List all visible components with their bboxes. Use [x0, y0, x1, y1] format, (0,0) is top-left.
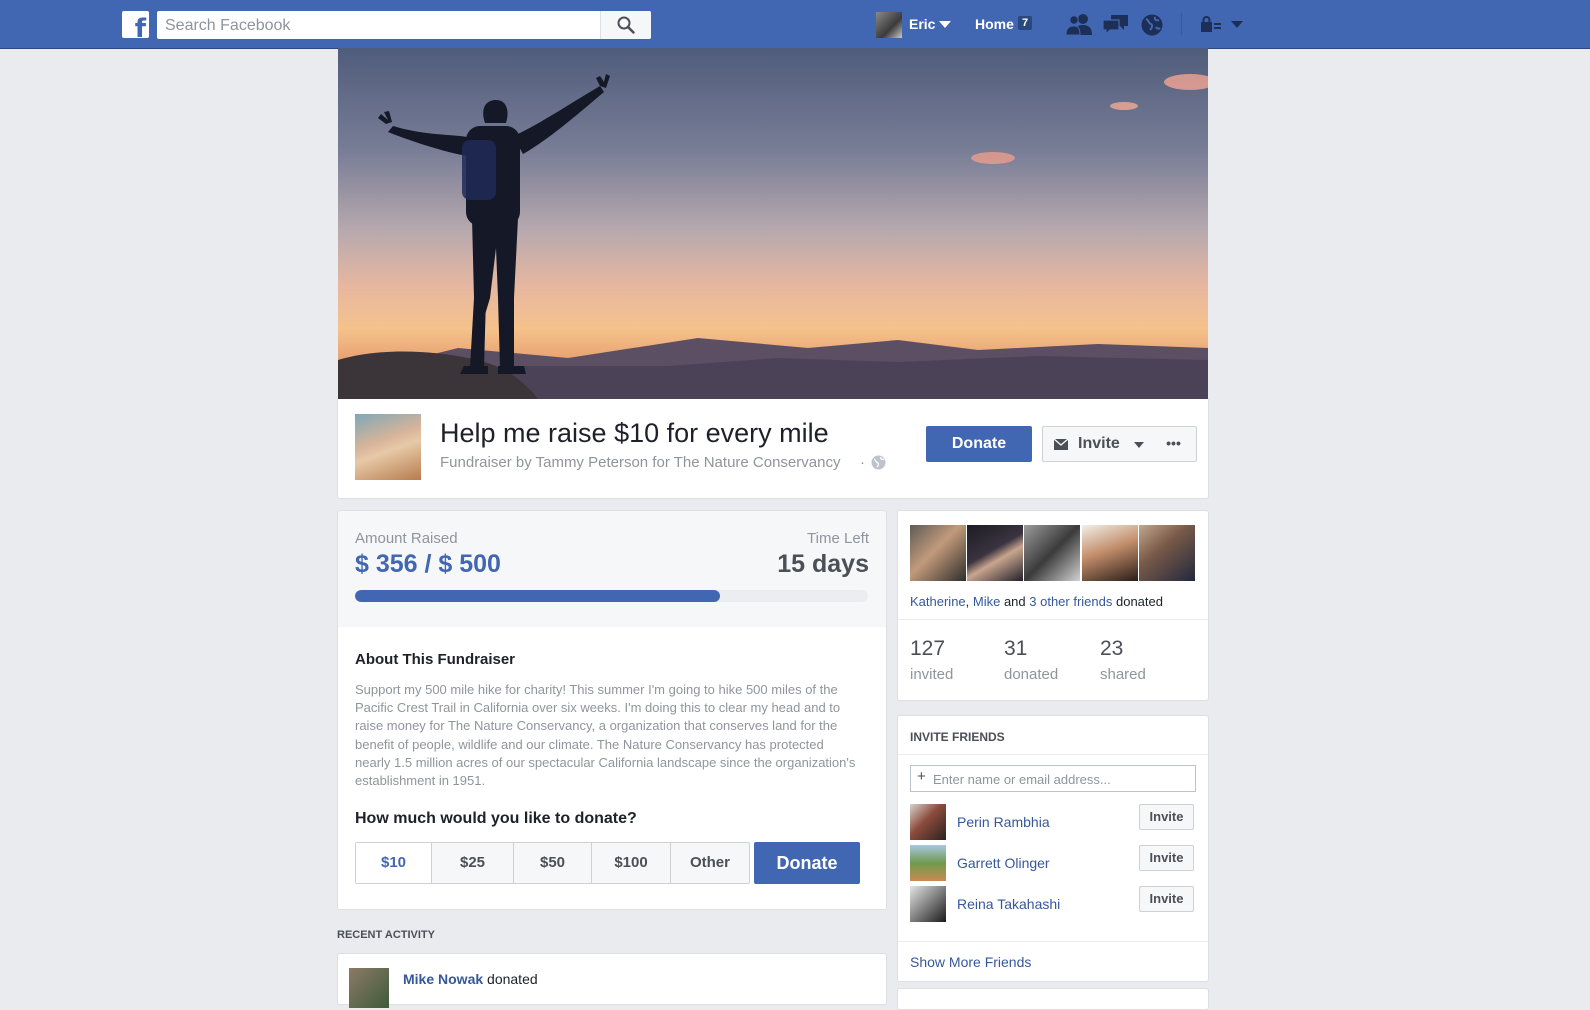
amount-option-other[interactable]: Other	[671, 843, 749, 883]
invite-friends-card: INVITE FRIENDS + Perin Rambhia Invite Ga…	[897, 715, 1209, 982]
divider	[898, 754, 1208, 755]
invited-label: invited	[910, 666, 954, 683]
search-box	[157, 11, 651, 39]
friend-and-text: and	[1000, 594, 1030, 609]
invite-friend-button[interactable]: Invite	[1139, 886, 1194, 912]
amount-option-50[interactable]: $50	[514, 843, 592, 883]
donated-label: donated	[1004, 666, 1059, 683]
friend-avatar[interactable]	[967, 525, 1023, 581]
amount-option-10[interactable]: $10	[356, 843, 432, 883]
recent-activity-item: Mike Nowak donated	[403, 971, 538, 987]
cover-photo	[338, 48, 1208, 399]
globe-icon	[871, 455, 886, 470]
home-link[interactable]: Home	[975, 16, 1014, 32]
friend-avatar[interactable]	[1139, 525, 1195, 581]
friend-link[interactable]: Katherine	[910, 594, 966, 609]
time-left-label: Time Left	[807, 530, 869, 547]
more-options-button[interactable]: •••	[1151, 426, 1197, 462]
progress-bar-fill	[355, 590, 721, 602]
donation-amount-selector: $10 $25 $50 $100 Other	[355, 842, 750, 884]
about-heading: About This Fundraiser	[355, 651, 516, 668]
caret-down-icon	[1134, 442, 1144, 448]
settings-caret-down-icon[interactable]	[1231, 21, 1243, 28]
messages-icon[interactable]	[1102, 13, 1130, 37]
top-navigation-bar: f Eric Home 7	[0, 0, 1590, 49]
user-name-link[interactable]: Eric	[909, 16, 935, 32]
friends-action-text: donated	[1112, 594, 1163, 609]
friend-name-link[interactable]: Perin Rambhia	[957, 814, 1050, 830]
invited-count: 127	[910, 637, 946, 660]
cover-photo-illustration	[338, 74, 1208, 399]
show-more-friends-link[interactable]: Show More Friends	[910, 954, 1031, 970]
recent-activity-list: Mike Nowak donated	[337, 953, 887, 1008]
avatar[interactable]	[910, 804, 946, 840]
envelope-icon	[1054, 439, 1068, 450]
friend-name-link[interactable]: Reina Takahashi	[957, 896, 1060, 912]
friends-donated-card: Katherine, Mike and 3 other friends dona…	[897, 510, 1209, 701]
avatar[interactable]	[910, 845, 946, 881]
fundraiser-header: Help me raise $10 for every mile Fundrai…	[337, 399, 1209, 499]
shared-count: 23	[1100, 637, 1124, 660]
user-avatar[interactable]	[876, 12, 902, 38]
friend-link[interactable]: Mike	[973, 594, 1000, 609]
organizer-avatar[interactable]	[355, 414, 421, 480]
caret-down-icon[interactable]	[939, 21, 951, 28]
nav-separator	[1181, 13, 1182, 35]
notifications-globe-icon[interactable]	[1140, 13, 1164, 37]
recent-action-text: donated	[487, 971, 538, 987]
amount-option-25[interactable]: $25	[432, 843, 514, 883]
about-fundraiser: About This Fundraiser Support my 500 mil…	[337, 627, 887, 910]
friends-donated-text: Katherine, Mike and 3 other friends dona…	[910, 594, 1163, 609]
invite-header-button[interactable]: Invite	[1042, 426, 1153, 462]
fundraiser-stats: Amount Raised $ 356 / $ 500 Time Left 15…	[337, 510, 887, 629]
recent-activity-heading: RECENT ACTIVITY	[337, 929, 435, 941]
avatar[interactable]	[349, 968, 389, 1008]
friend-avatar[interactable]	[1024, 525, 1080, 581]
amount-option-100[interactable]: $100	[592, 843, 671, 883]
avatar[interactable]	[910, 886, 946, 922]
invite-search-field: +	[910, 765, 1196, 792]
about-description: Support my 500 mile hike for charity! Th…	[355, 682, 856, 789]
fundraiser-title: Help me raise $10 for every mile	[440, 418, 829, 448]
home-count-badge: 7	[1018, 16, 1033, 30]
plus-icon: +	[917, 768, 926, 785]
other-friends-link[interactable]: 3 other friends	[1029, 594, 1112, 609]
amount-raised-label: Amount Raised	[355, 530, 458, 547]
friend-name-link[interactable]: Garrett Olinger	[957, 855, 1050, 871]
search-icon	[617, 16, 635, 34]
separator-dot: ·	[860, 454, 865, 471]
fundraiser-subtitle[interactable]: Fundraiser by Tammy Peterson for The Nat…	[440, 454, 840, 471]
time-left-value: 15 days	[777, 550, 869, 578]
donate-header-button[interactable]: Donate	[926, 426, 1032, 462]
invite-search-input[interactable]	[931, 768, 1193, 790]
shared-label: shared	[1100, 666, 1146, 683]
donate-question: How much would you like to donate?	[355, 810, 637, 827]
divider	[898, 619, 1208, 620]
amount-raised-value: $ 356 / $ 500	[355, 550, 501, 578]
friend-avatar[interactable]	[1082, 525, 1138, 581]
invite-friend-button[interactable]: Invite	[1139, 845, 1194, 871]
privacy-lock-icon[interactable]	[1201, 16, 1221, 32]
friend-requests-icon[interactable]	[1066, 13, 1094, 35]
facebook-logo-icon[interactable]: f	[122, 11, 149, 38]
invite-friend-button[interactable]: Invite	[1139, 804, 1194, 830]
search-button[interactable]	[600, 11, 651, 39]
divider	[898, 941, 1208, 942]
friend-separator: ,	[965, 594, 973, 609]
search-input[interactable]	[163, 13, 607, 39]
recent-donor-link[interactable]: Mike Nowak	[403, 971, 483, 987]
next-card	[897, 988, 1209, 1010]
donated-count: 31	[1004, 637, 1028, 660]
progress-bar	[355, 590, 868, 602]
invite-header-label: Invite	[1078, 435, 1120, 452]
friend-avatar[interactable]	[910, 525, 966, 581]
donate-button[interactable]: Donate	[754, 842, 860, 884]
invite-friends-heading: INVITE FRIENDS	[910, 730, 1005, 744]
